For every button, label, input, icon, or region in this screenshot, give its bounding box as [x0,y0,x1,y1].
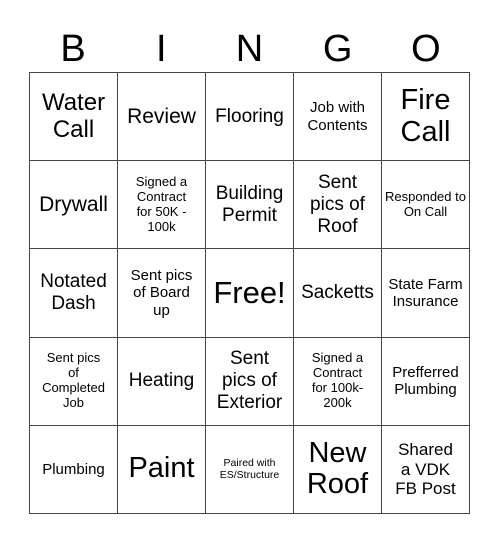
header-letter-b: B [60,28,86,70]
bingo-cell[interactable]: State Farm Insurance [382,249,470,338]
bingo-cell[interactable]: Sent pics of Exterior [206,337,294,426]
bingo-cell[interactable]: Review [118,73,206,162]
bingo-cell[interactable]: Sent pics of Completed Job [30,337,118,426]
header-letter-o: O [411,28,441,70]
bingo-cell[interactable]: Plumbing [30,425,118,514]
bingo-cell[interactable]: Job with Contents [294,73,382,162]
bingo-cell[interactable]: Paint [118,425,206,514]
bingo-cell[interactable]: Prefferred Plumbing [382,337,470,426]
bingo-cell[interactable]: Heating [118,337,206,426]
bingo-cell[interactable]: Water Call [30,73,118,162]
bingo-cell[interactable]: Paired with ES/Structure [206,425,294,514]
bingo-cell[interactable]: Flooring [206,73,294,162]
header-letter-g: G [322,28,353,70]
bingo-cell[interactable]: Notated Dash [30,249,118,338]
bingo-cell[interactable]: Sent pics of Roof [294,161,382,250]
bingo-cell[interactable]: Responded to On Call [382,161,470,250]
bingo-cell[interactable]: Building Permit [206,161,294,250]
header-letter-n: N [235,28,264,70]
bingo-grid: Water Call Review Flooring Job with Cont… [29,72,470,514]
bingo-cell[interactable]: Drywall [30,161,118,250]
bingo-cell[interactable]: Fire Call [382,73,470,162]
bingo-cell[interactable]: Sent pics of Board up [118,249,206,338]
free-space[interactable]: Free! [206,249,294,338]
bingo-cell[interactable]: Signed a Contract for 50K - 100k [118,161,206,250]
bingo-header: B I N G O [29,26,470,72]
header-letter-i: I [156,28,167,70]
bingo-cell[interactable]: Sacketts [294,249,382,338]
bingo-cell[interactable]: New Roof [294,425,382,514]
bingo-cell[interactable]: Signed a Contract for 100k-200k [294,337,382,426]
bingo-cell[interactable]: Shared a VDK FB Post [382,425,470,514]
